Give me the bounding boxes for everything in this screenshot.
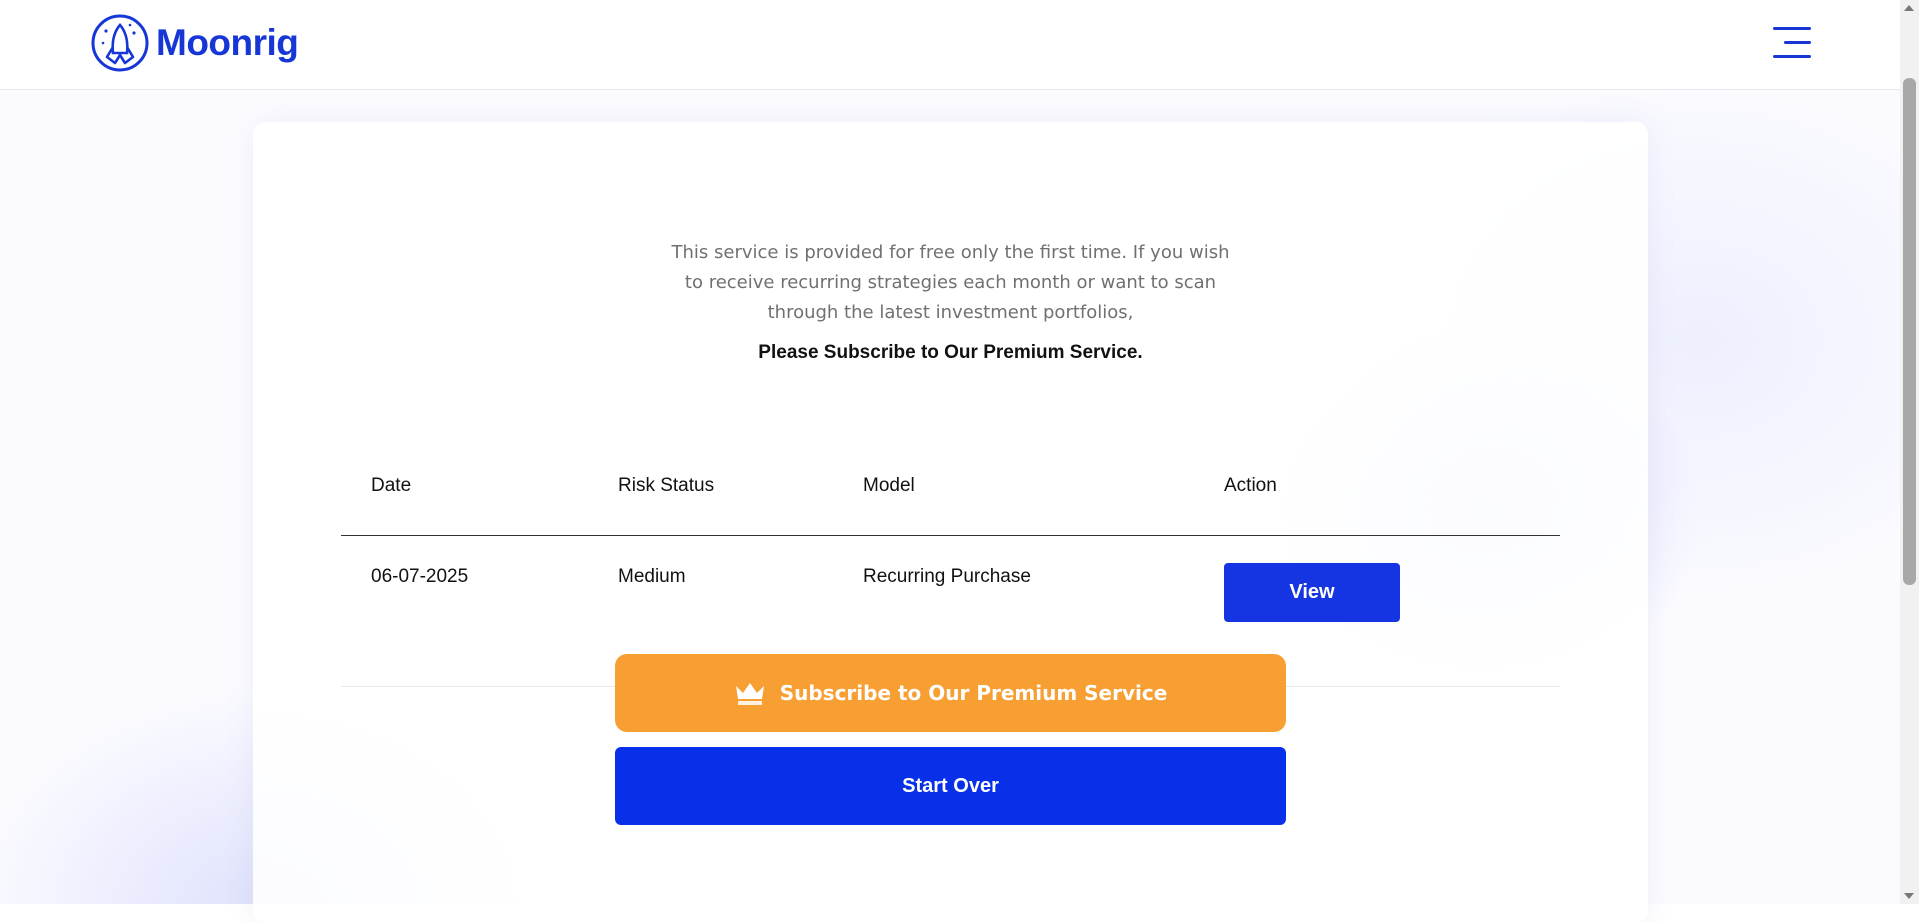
column-header-date: Date (341, 437, 588, 536)
table-header-row: Date Risk Status Model Action (341, 437, 1560, 536)
column-header-risk-status: Risk Status (588, 437, 833, 536)
brand-name: Moonrig (156, 22, 299, 63)
vertical-scrollbar[interactable] (1900, 0, 1919, 904)
start-over-label: Start Over (902, 774, 999, 797)
view-button[interactable]: View (1224, 563, 1400, 622)
strategy-table: Date Risk Status Model Action 06-07-2025… (341, 437, 1560, 687)
subscribe-prompt: Please Subscribe to Our Premium Service. (758, 342, 1143, 363)
crown-icon (735, 683, 764, 705)
scroll-up-arrow-icon[interactable] (1904, 5, 1914, 11)
moonrig-rocket-logo-icon (91, 14, 149, 72)
results-card: This service is provided for free only t… (253, 122, 1648, 922)
start-over-button[interactable]: Start Over (615, 747, 1286, 825)
free-service-notice: This service is provided for free only t… (253, 238, 1648, 368)
subscribe-premium-button[interactable]: Subscribe to Our Premium Service (615, 654, 1286, 732)
notice-text: This service is provided for free only t… (671, 242, 1230, 323)
scrollbar-thumb[interactable] (1903, 78, 1916, 585)
scroll-down-arrow-icon[interactable] (1904, 893, 1914, 899)
column-header-model: Model (833, 437, 1194, 536)
hamburger-menu-icon[interactable] (1773, 27, 1811, 59)
cell-date: 06-07-2025 (341, 535, 588, 687)
brand-logo[interactable]: Moonrig (90, 13, 299, 73)
subscribe-button-label: Subscribe to Our Premium Service (779, 681, 1168, 705)
top-navbar: Moonrig (0, 0, 1900, 90)
column-header-action: Action (1194, 437, 1560, 536)
